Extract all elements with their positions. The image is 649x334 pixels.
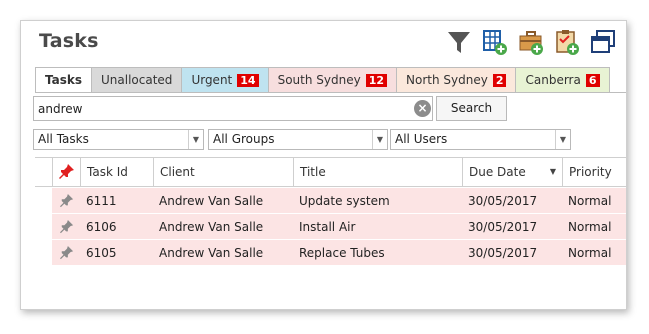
cell-priority: Normal bbox=[568, 194, 612, 208]
count-badge: 6 bbox=[585, 73, 600, 87]
search-input[interactable] bbox=[33, 96, 433, 121]
add-briefcase-icon[interactable] bbox=[518, 28, 544, 56]
tab-canberra[interactable]: Canberra 6 bbox=[515, 67, 610, 92]
tab-tasks[interactable]: Tasks bbox=[35, 67, 93, 93]
cell-due-date: 30/05/2017 bbox=[468, 246, 538, 260]
pin-icon[interactable] bbox=[60, 245, 74, 271]
chevron-down-icon[interactable]: ▼ bbox=[372, 130, 387, 149]
add-table-icon[interactable] bbox=[482, 28, 508, 56]
column-header-task-id[interactable]: Task Id bbox=[80, 158, 153, 187]
cell-priority: Normal bbox=[568, 220, 612, 234]
tasks-filter-select[interactable]: All Tasks ▼ bbox=[33, 129, 204, 150]
cell-due-date: 30/05/2017 bbox=[468, 220, 538, 234]
cell-task-id: 6111 bbox=[86, 194, 117, 208]
grid-header: Task Id Client Title Due Date ▼ Priority bbox=[35, 157, 626, 187]
table-row[interactable]: 6105 Andrew Van Salle Replace Tubes 30/0… bbox=[52, 240, 626, 266]
cell-due-date: 30/05/2017 bbox=[468, 194, 538, 208]
cell-priority: Normal bbox=[568, 246, 612, 260]
column-header-due-date[interactable]: Due Date ▼ bbox=[462, 158, 562, 187]
select-value: All Users bbox=[395, 132, 448, 146]
window-icon[interactable] bbox=[590, 28, 616, 56]
page-title: Tasks bbox=[39, 30, 99, 52]
column-header-title[interactable]: Title bbox=[293, 158, 462, 187]
tab-label: Canberra bbox=[525, 72, 581, 87]
cell-client: Andrew Van Salle bbox=[159, 220, 264, 234]
tab-label: South Sydney bbox=[277, 72, 361, 87]
tab-strip: Tasks Unallocated Urgent 14 South Sydney… bbox=[35, 67, 610, 93]
column-header-priority[interactable]: Priority bbox=[562, 158, 626, 187]
add-checklist-icon[interactable] bbox=[554, 28, 580, 56]
tab-north-sydney[interactable]: North Sydney 2 bbox=[396, 67, 517, 92]
column-header-client[interactable]: Client bbox=[153, 158, 293, 187]
chevron-down-icon[interactable]: ▼ bbox=[555, 130, 570, 149]
cell-title: Replace Tubes bbox=[299, 246, 385, 260]
tab-south-sydney[interactable]: South Sydney 12 bbox=[267, 67, 398, 92]
table-row[interactable]: 6106 Andrew Van Salle Install Air 30/05/… bbox=[52, 214, 626, 240]
column-header-label: Due Date bbox=[469, 165, 526, 179]
cell-task-id: 6105 bbox=[86, 246, 117, 260]
select-value: All Groups bbox=[213, 132, 275, 146]
tab-label: Tasks bbox=[45, 73, 83, 87]
tasks-panel: Tasks Tasks Unallocated Urgent 14 South … bbox=[20, 20, 627, 310]
select-value: All Tasks bbox=[38, 132, 89, 146]
cell-client: Andrew Van Salle bbox=[159, 194, 264, 208]
count-badge: 2 bbox=[492, 73, 507, 87]
panel-header: Tasks bbox=[21, 21, 626, 65]
pin-icon bbox=[59, 164, 74, 179]
sort-desc-icon[interactable]: ▼ bbox=[550, 158, 556, 186]
cell-title: Install Air bbox=[299, 220, 356, 234]
tab-unallocated[interactable]: Unallocated bbox=[91, 67, 183, 92]
cell-task-id: 6106 bbox=[86, 220, 117, 234]
count-badge: 14 bbox=[237, 73, 259, 87]
clear-search-icon[interactable]: × bbox=[414, 100, 431, 117]
tab-label: Unallocated bbox=[101, 72, 173, 87]
groups-filter-select[interactable]: All Groups ▼ bbox=[208, 129, 388, 150]
table-row[interactable]: 6111 Andrew Van Salle Update system 30/0… bbox=[52, 188, 626, 214]
search-button[interactable]: Search bbox=[436, 96, 507, 121]
tab-divider bbox=[35, 92, 626, 93]
chevron-down-icon[interactable]: ▼ bbox=[188, 130, 203, 149]
count-badge: 12 bbox=[365, 73, 388, 87]
pin-column-header[interactable] bbox=[52, 158, 80, 187]
tab-label: North Sydney bbox=[406, 72, 488, 87]
tab-label: Urgent bbox=[191, 72, 233, 87]
users-filter-select[interactable]: All Users ▼ bbox=[390, 129, 571, 150]
header-toolbar bbox=[446, 28, 616, 56]
filter-icon[interactable] bbox=[446, 28, 472, 56]
tab-urgent[interactable]: Urgent 14 bbox=[181, 67, 269, 92]
cell-client: Andrew Van Salle bbox=[159, 246, 264, 260]
cell-title: Update system bbox=[299, 194, 390, 208]
